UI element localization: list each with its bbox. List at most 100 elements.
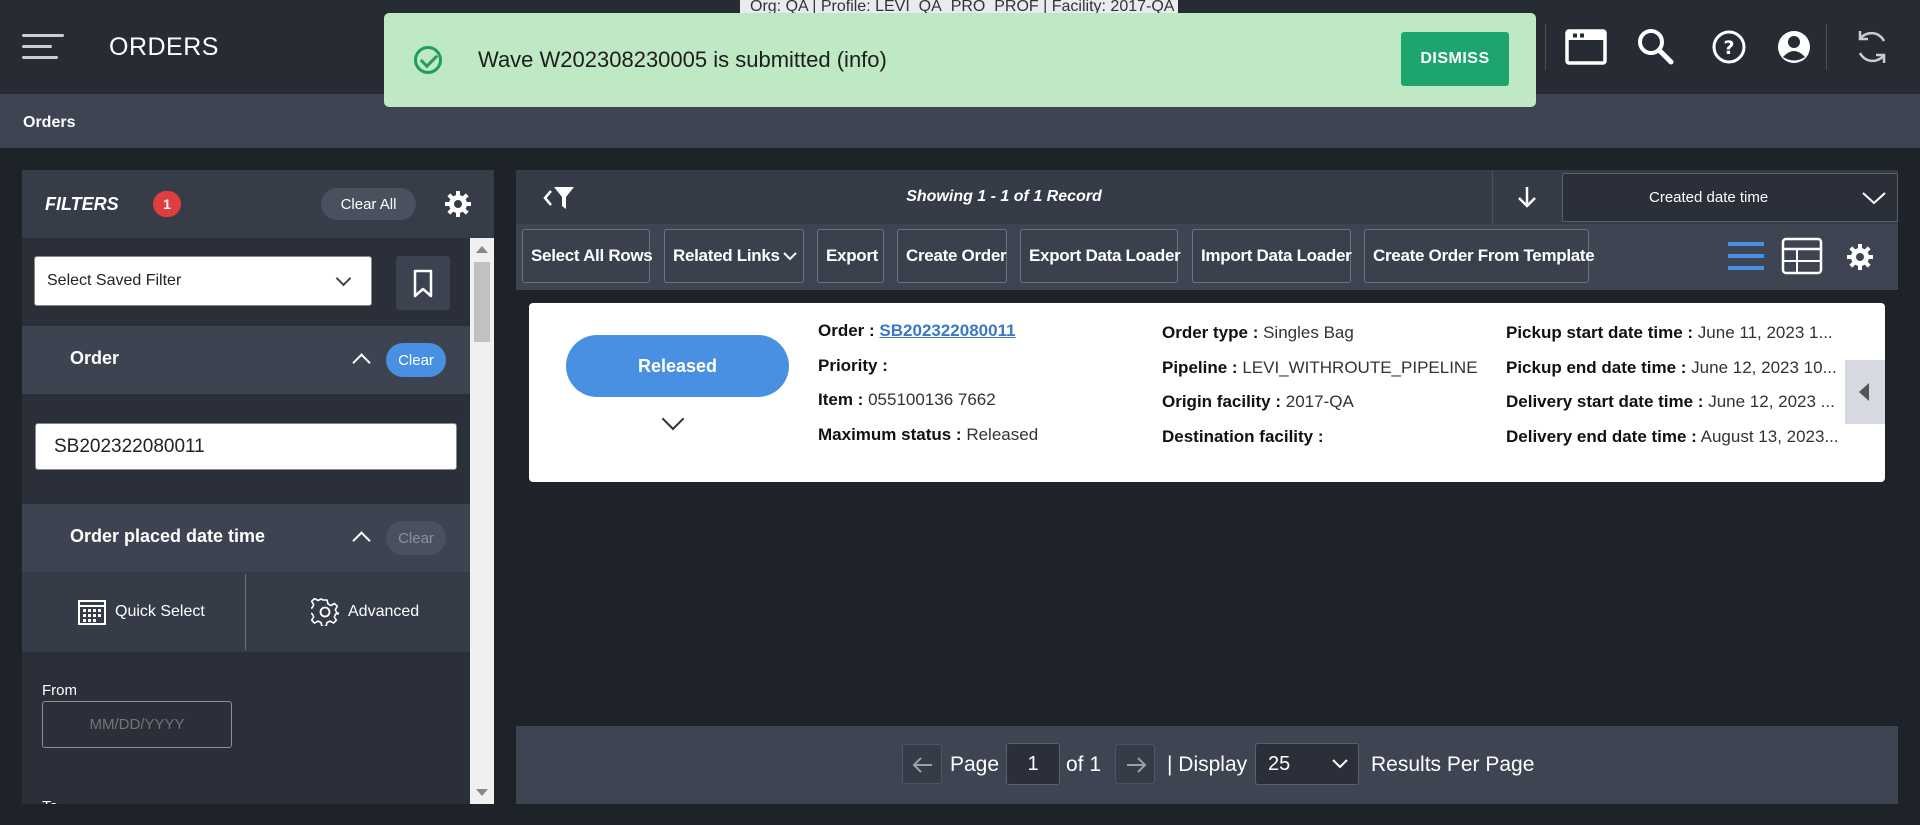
card-side-toggle-icon[interactable]	[1845, 360, 1885, 424]
filters-panel: FILTERS 1 Clear All Select Saved Filter …	[22, 170, 494, 804]
field-value: LEVI_WITHROUTE_PIPELINE	[1242, 358, 1478, 377]
toast-message: Wave W202308230005 is submitted (info)	[478, 47, 887, 72]
table-view-icon[interactable]	[1781, 236, 1823, 281]
create-order-button[interactable]: Create Order	[897, 229, 1007, 283]
next-page-button[interactable]	[1115, 744, 1155, 784]
calendar-icon	[78, 600, 106, 625]
priority-field: Priority :	[818, 356, 888, 376]
chevron-down-icon	[1332, 759, 1348, 769]
date-mode-tabs: Quick Select Advanced	[22, 572, 470, 652]
field-label: Order :	[818, 321, 875, 340]
pickup-end-field: Pickup end date time : June 12, 2023 10.…	[1506, 358, 1837, 378]
window-icon[interactable]	[1565, 26, 1607, 68]
field-value: June 12, 2023 10...	[1691, 358, 1837, 377]
field-value: Released	[966, 425, 1039, 444]
field-label: Order type :	[1162, 323, 1259, 342]
filters-title: FILTERS	[45, 194, 119, 214]
date-section-header[interactable]: Order placed date time Clear	[22, 504, 470, 572]
destination-facility-field: Destination facility :	[1162, 427, 1324, 447]
order-clear-button[interactable]: Clear	[386, 343, 446, 377]
per-page-value: 25	[1268, 753, 1291, 775]
refresh-icon[interactable]	[1851, 26, 1893, 68]
breadcrumb[interactable]: Orders	[23, 114, 75, 132]
page-of-label: of 1	[1066, 753, 1102, 776]
pipeline-field: Pipeline : LEVI_WITHROUTE_PIPELINE	[1162, 358, 1478, 378]
results-bar: Showing 1 - 1 of 1 Record Created date t…	[516, 170, 1898, 224]
status-badge[interactable]: Released	[566, 335, 789, 397]
item-field: Item : 055100136 7662	[818, 390, 996, 410]
sort-direction-arrow-icon[interactable]	[1514, 182, 1540, 212]
order-section-header[interactable]: Order Clear	[22, 326, 470, 394]
clear-all-button[interactable]: Clear All	[321, 188, 416, 220]
tab-quick-select[interactable]: Quick Select	[22, 572, 245, 652]
view-settings-gear-icon[interactable]	[1846, 243, 1874, 271]
field-label: Destination facility :	[1162, 427, 1324, 446]
export-button[interactable]: Export	[817, 229, 884, 283]
select-all-rows-button[interactable]: Select All Rows	[522, 229, 653, 283]
field-label: Delivery end date time :	[1506, 427, 1697, 446]
field-value: Singles Bag	[1263, 323, 1354, 342]
field-label: Origin facility :	[1162, 392, 1282, 411]
from-label: From	[42, 682, 77, 699]
advanced-label: Advanced	[348, 603, 420, 620]
filters-scrollbar[interactable]	[470, 238, 494, 804]
dismiss-button[interactable]: DISMISS	[1401, 32, 1509, 86]
quick-select-label: Quick Select	[115, 603, 205, 620]
origin-facility-field: Origin facility : 2017-QA	[1162, 392, 1354, 412]
divider	[1545, 24, 1546, 70]
svg-text:?: ?	[1723, 37, 1734, 59]
order-field[interactable]	[35, 423, 457, 470]
menu-icon[interactable]	[22, 34, 64, 60]
maximum-status-field: Maximum status : Released	[818, 425, 1038, 445]
delivery-end-field: Delivery end date time : August 13, 2023…	[1506, 427, 1839, 447]
bookmark-button[interactable]	[396, 256, 450, 310]
import-data-loader-button[interactable]: Import Data Loader	[1192, 229, 1352, 283]
chevron-down-icon	[783, 252, 797, 261]
chevron-down-icon	[335, 270, 352, 287]
chevron-up-icon[interactable]	[352, 353, 371, 372]
field-label: Priority :	[818, 356, 888, 375]
related-links-label: Related Links	[673, 246, 780, 265]
action-toolbar: Select All Rows Related Links Export Cre…	[516, 224, 1898, 290]
page-label: Page	[950, 753, 1000, 776]
help-icon[interactable]: ?	[1708, 26, 1750, 68]
list-view-icon[interactable]	[1726, 236, 1766, 281]
filter-count-badge: 1	[153, 191, 181, 217]
results-per-page-select[interactable]: 25	[1255, 743, 1359, 785]
related-links-button[interactable]: Related Links	[664, 229, 804, 283]
scroll-down-arrow-icon[interactable]	[476, 789, 488, 796]
order-number-link[interactable]: SB202322080011	[879, 321, 1015, 340]
create-order-from-template-button[interactable]: Create Order From Template	[1364, 229, 1595, 283]
date-clear-button[interactable]: Clear	[386, 521, 446, 555]
expand-chevron-icon[interactable]	[661, 407, 685, 431]
filter-settings-gear-icon[interactable]	[444, 190, 472, 218]
arrow-left-icon	[912, 757, 932, 773]
previous-page-button[interactable]	[902, 744, 942, 784]
chevron-up-icon[interactable]	[352, 531, 371, 550]
scroll-thumb[interactable]	[474, 262, 490, 342]
pickup-start-field: Pickup start date time : June 11, 2023 1…	[1506, 323, 1833, 343]
tab-advanced[interactable]: Advanced	[246, 572, 469, 652]
user-account-icon[interactable]	[1773, 26, 1815, 68]
field-label: Pipeline :	[1162, 358, 1238, 377]
divider	[1492, 170, 1493, 224]
from-date-field[interactable]	[42, 701, 232, 748]
filters-header: FILTERS 1 Clear All	[22, 170, 494, 238]
check-circle-icon	[414, 46, 442, 74]
toast-notification: Wave W202308230005 is submitted (info) D…	[384, 13, 1536, 107]
sort-field-select[interactable]: Created date time	[1562, 173, 1898, 222]
scroll-up-arrow-icon[interactable]	[476, 246, 488, 253]
order-card[interactable]: Released Order : SB202322080011 Priority…	[529, 303, 1885, 482]
chevron-down-icon	[1862, 192, 1886, 205]
display-label: | Display	[1167, 753, 1248, 776]
search-icon[interactable]	[1635, 26, 1677, 68]
to-label: To	[42, 798, 58, 804]
saved-filter-select[interactable]: Select Saved Filter	[34, 256, 372, 306]
field-value: August 13, 2023...	[1700, 427, 1839, 446]
page-number-input[interactable]	[1006, 743, 1060, 785]
field-label: Delivery start date time :	[1506, 392, 1704, 411]
field-label: Pickup end date time :	[1506, 358, 1687, 377]
context-strip: Org: QA | Profile: LEVI_QA_PRO_PROF | Fa…	[740, 0, 1178, 14]
export-data-loader-button[interactable]: Export Data Loader	[1020, 229, 1181, 283]
field-value: June 12, 2023 ...	[1708, 392, 1835, 411]
